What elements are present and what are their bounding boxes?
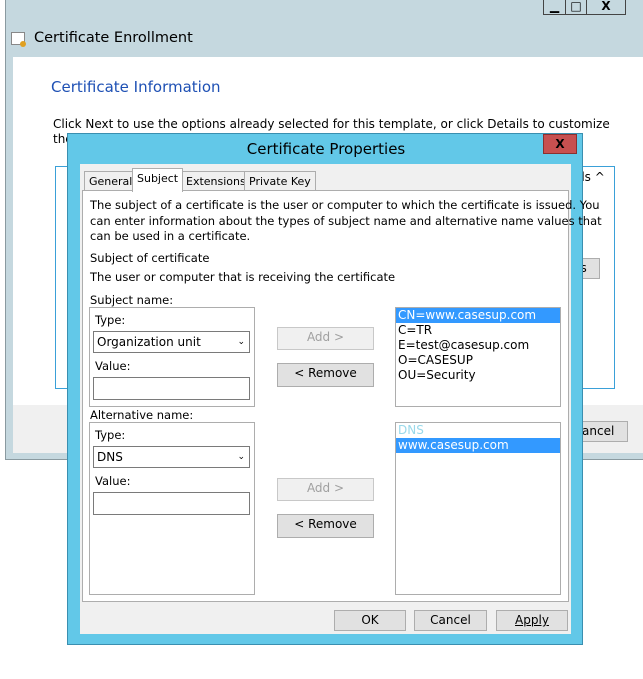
subject-type-value: Organization unit (97, 335, 201, 349)
tab-subject[interactable]: Subject (132, 168, 184, 192)
list-item[interactable]: www.casesup.com (396, 438, 560, 453)
alt-type-select[interactable]: DNS ⌄ (93, 446, 250, 468)
type-label: Type: (95, 313, 126, 327)
dialog-title: Certificate Properties (246, 140, 406, 158)
alternative-name-group: Type: DNS ⌄ Value: (89, 422, 255, 595)
subject-heading: Subject of certificate (90, 251, 210, 265)
subject-name-label: Subject name: (90, 293, 174, 307)
subject-tab-content: The subject of a certificate is the user… (82, 190, 602, 602)
alt-remove-button[interactable]: < Remove (277, 514, 374, 538)
list-item[interactable]: OU=Security (396, 368, 560, 383)
type-label: Type: (95, 428, 126, 442)
chevron-down-icon: ⌄ (237, 337, 245, 347)
cancel-button[interactable]: Cancel (414, 610, 487, 631)
chevron-down-icon: ⌄ (237, 452, 245, 462)
window-close-button[interactable]: X (586, 0, 626, 15)
alt-type-value: DNS (97, 450, 123, 464)
tab-general[interactable]: General (84, 171, 138, 191)
tab-extensions[interactable]: Extensions (181, 171, 251, 191)
subject-value-input[interactable] (93, 377, 250, 400)
window-title: Certificate Enrollment (34, 30, 193, 46)
description-line: The subject of a certificate is the user… (90, 198, 600, 212)
dialog-panel: General Subject Extensions Private Key T… (80, 164, 602, 634)
maximize-button[interactable]: □ (565, 0, 587, 15)
list-group-header: DNS (398, 423, 424, 437)
subject-name-group: Type: Organization unit ⌄ Value: (89, 307, 255, 407)
alt-value-input[interactable] (93, 492, 250, 515)
alt-add-button[interactable]: Add > (277, 478, 374, 501)
certificate-icon (11, 32, 26, 47)
list-item[interactable]: C=TR (396, 323, 560, 338)
apply-button[interactable]: Apply (496, 610, 568, 631)
tab-private-key[interactable]: Private Key (244, 171, 316, 191)
minimize-button[interactable]: ▁ (543, 0, 566, 15)
list-item[interactable]: O=CASESUP (396, 353, 560, 368)
alt-entries-list[interactable]: DNS www.casesup.com (395, 422, 561, 595)
alternative-name-label: Alternative name: (90, 408, 194, 422)
subject-entries-list[interactable]: CN=www.casesup.com C=TR E=test@casesup.c… (395, 307, 561, 407)
subject-subtext: The user or computer that is receiving t… (90, 270, 396, 284)
subject-add-button[interactable]: Add > (277, 327, 374, 350)
certificate-properties-dialog: Certificate Properties X General Subject… (67, 133, 602, 645)
description: The subject of a certificate is the user… (90, 198, 602, 245)
page-heading: Certificate Information (51, 78, 221, 96)
dialog-close-button[interactable]: X (543, 134, 577, 154)
ok-button[interactable]: OK (334, 610, 406, 631)
subject-type-select[interactable]: Organization unit ⌄ (93, 331, 250, 353)
subject-remove-button[interactable]: < Remove (277, 363, 374, 387)
list-item[interactable]: CN=www.casesup.com (396, 308, 560, 323)
value-label: Value: (95, 359, 131, 373)
description-line: can enter information about the types of… (90, 213, 602, 228)
value-label: Value: (95, 474, 131, 488)
list-item[interactable]: E=test@casesup.com (396, 338, 560, 353)
description-line: can be used in a certificate. (90, 229, 251, 243)
